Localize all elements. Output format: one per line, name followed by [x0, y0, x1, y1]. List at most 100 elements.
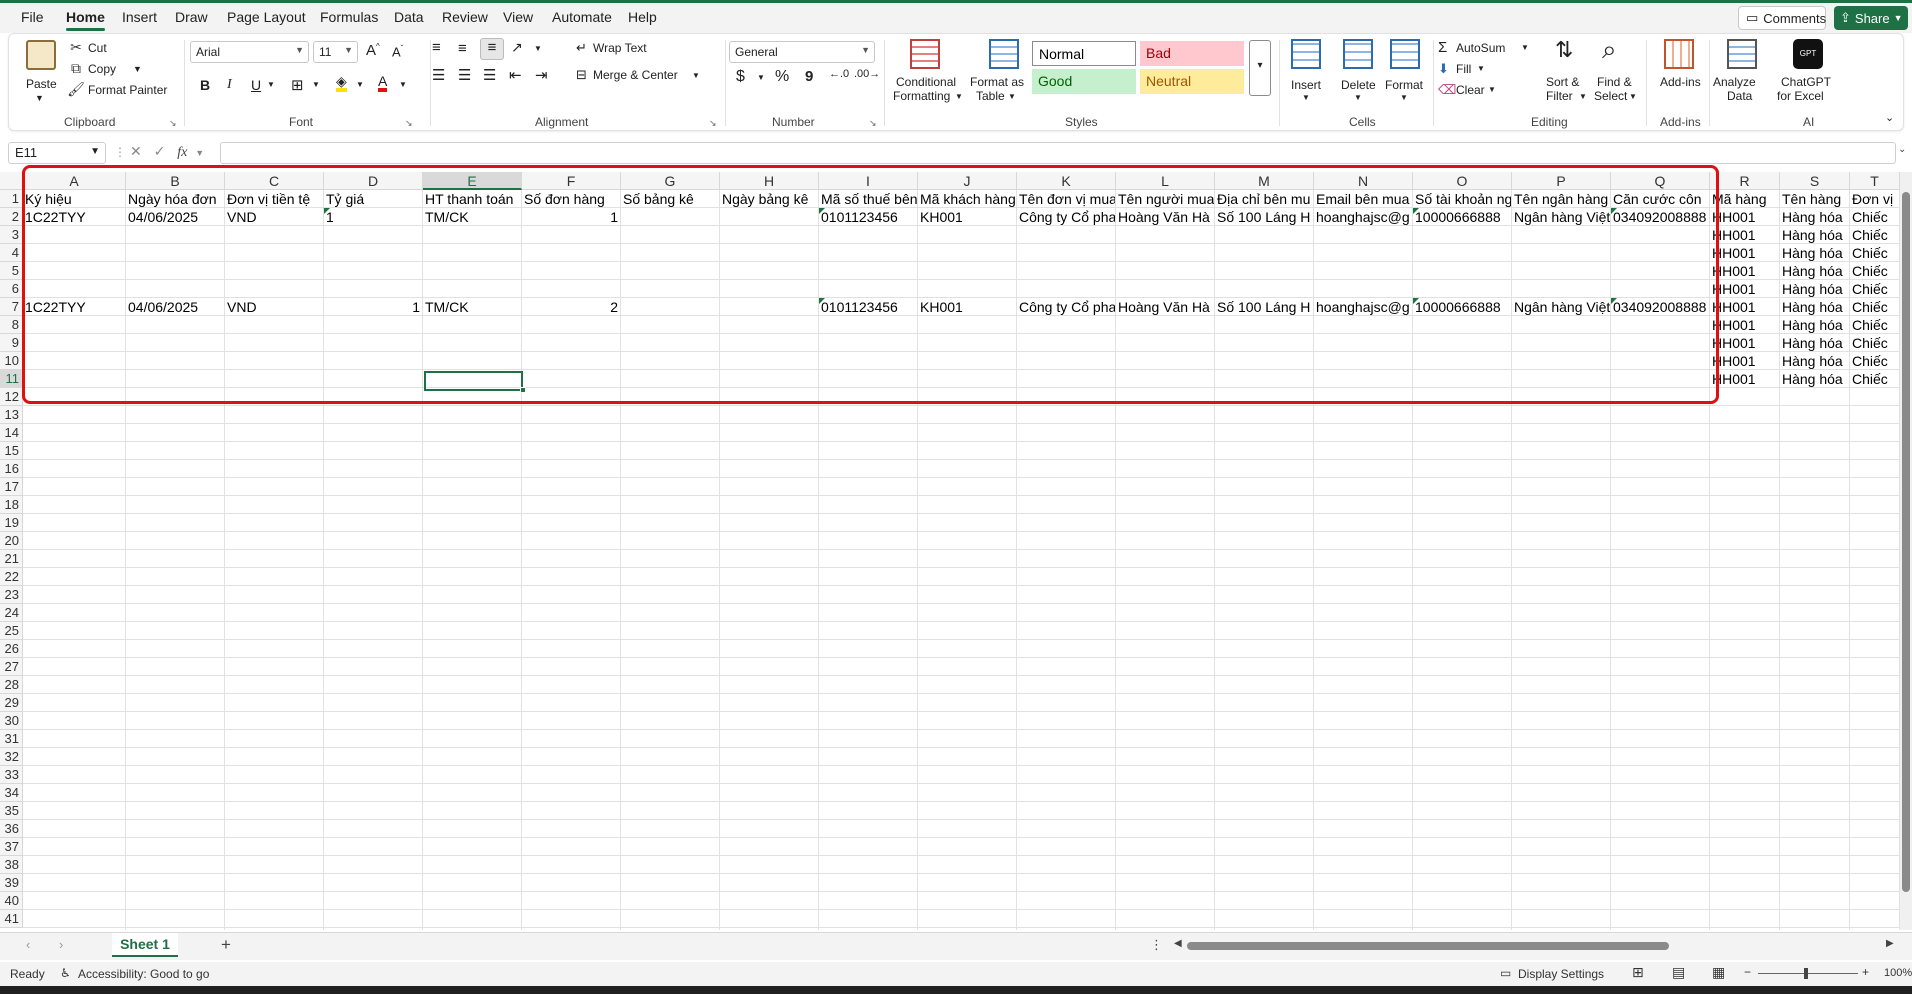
zoom-slider-thumb[interactable] [1804, 968, 1808, 979]
cell-t7[interactable]: Chiếc [1850, 298, 1899, 316]
row-header-27[interactable]: 27 [0, 658, 23, 676]
row-header-11[interactable]: 11 [0, 370, 23, 388]
tab-data[interactable]: Data [394, 9, 424, 25]
comments-button[interactable]: ▭ Comments [1738, 6, 1826, 30]
cell-t6[interactable]: Chiếc [1850, 280, 1899, 298]
chevron-down-icon[interactable]: ▼ [35, 93, 44, 103]
accessibility-status[interactable]: Accessibility: Good to go [78, 967, 209, 981]
row-header-35[interactable]: 35 [0, 802, 23, 820]
chevron-down-icon[interactable]: ▼ [1579, 92, 1587, 101]
increase-font-size-icon[interactable]: A^ [366, 42, 380, 59]
row-header-21[interactable]: 21 [0, 550, 23, 568]
cell-r6[interactable]: HH001 [1710, 280, 1779, 298]
decrease-decimal-icon[interactable]: .00→ [854, 68, 880, 80]
row-header-34[interactable]: 34 [0, 784, 23, 802]
chevron-down-icon[interactable]: ▼ [195, 148, 204, 158]
chevron-down-icon[interactable]: ▼ [399, 80, 407, 89]
chevron-down-icon[interactable]: ▼ [1521, 43, 1529, 52]
cell-n1[interactable]: Email bên mua [1314, 190, 1412, 208]
chevron-down-icon[interactable]: ▼ [1629, 92, 1637, 101]
chevron-down-icon[interactable]: ▼ [534, 44, 542, 53]
orientation-icon[interactable]: ↗ [511, 39, 523, 56]
column-header-k[interactable]: K [1017, 172, 1116, 190]
cell-s5[interactable]: Hàng hóa [1780, 262, 1849, 280]
row-header-26[interactable]: 26 [0, 640, 23, 658]
insert-cells-icon[interactable] [1291, 39, 1321, 69]
merge-center-button[interactable]: Merge & Center [593, 68, 678, 82]
italic-icon[interactable]: I [227, 77, 232, 93]
analyze-data-button[interactable]: Analyze [1713, 75, 1756, 89]
cell-b7[interactable]: 04/06/2025 [126, 298, 224, 316]
cell-i1[interactable]: Mã số thuế bên [819, 190, 917, 208]
vertical-scroll-thumb[interactable] [1902, 192, 1910, 892]
copy-button[interactable]: Copy [88, 62, 116, 76]
row-header-10[interactable]: 10 [0, 352, 23, 370]
chevron-down-icon[interactable]: ▼ [955, 92, 963, 101]
tab-draw[interactable]: Draw [175, 9, 208, 25]
cell-t5[interactable]: Chiếc [1850, 262, 1899, 280]
cell-s10[interactable]: Hàng hóa [1780, 352, 1849, 370]
tab-insert[interactable]: Insert [122, 9, 157, 25]
cell-p2[interactable]: Ngân hàng Việt [1512, 208, 1610, 226]
dialog-launcher-icon[interactable]: ↘ [869, 118, 877, 129]
cell-l1[interactable]: Tên người mua [1116, 190, 1214, 208]
row-header-17[interactable]: 17 [0, 478, 23, 496]
cell-r1[interactable]: Mã hàng [1710, 190, 1779, 208]
cell-n2[interactable]: hoanghajsc@g [1314, 208, 1412, 226]
align-bottom-icon[interactable]: ≡ [480, 38, 504, 60]
decrease-font-size-icon[interactable]: Aˇ [392, 44, 403, 59]
format-as-table-button[interactable]: Format as [970, 75, 1024, 89]
column-header-t[interactable]: T [1850, 172, 1900, 190]
select-all-corner[interactable] [0, 172, 23, 190]
chevron-down-icon[interactable]: ▼ [1302, 93, 1310, 102]
cell-r11[interactable]: HH001 [1710, 370, 1779, 388]
cell-s9[interactable]: Hàng hóa [1780, 334, 1849, 352]
page-layout-view-icon[interactable]: ▤ [1672, 964, 1685, 981]
styles-gallery-expand-icon[interactable]: ▾ [1249, 40, 1271, 96]
wrap-text-button[interactable]: Wrap Text [593, 41, 647, 55]
tab-automate[interactable]: Automate [552, 9, 612, 25]
cell-s11[interactable]: Hàng hóa [1780, 370, 1849, 388]
delete-cells-icon[interactable] [1343, 39, 1373, 69]
cell-s3[interactable]: Hàng hóa [1780, 226, 1849, 244]
spreadsheet-grid[interactable]: ABCDEFGHIJKLMNOPQRST 1 2 3 4 5 6 7 8 9 10 11 12 13 14… [0, 172, 1900, 930]
cell-s7[interactable]: Hàng hóa [1780, 298, 1849, 316]
column-header-n[interactable]: N [1314, 172, 1413, 190]
cell-o1[interactable]: Số tài khoản ng [1413, 190, 1511, 208]
row-header-7[interactable]: 7 [0, 298, 23, 316]
cell-r8[interactable]: HH001 [1710, 316, 1779, 334]
fill-handle[interactable] [520, 387, 526, 393]
collapse-ribbon-icon[interactable]: ⌄ [1885, 111, 1894, 124]
sheet-tab-sheet1[interactable]: Sheet 1 [112, 933, 178, 957]
format-painter-button[interactable]: Format Painter [88, 83, 167, 97]
cell-t4[interactable]: Chiếc [1850, 244, 1899, 262]
increase-decimal-icon[interactable]: ←.0 [829, 68, 849, 80]
chatgpt-label[interactable]: for Excel [1777, 89, 1824, 103]
bold-icon[interactable]: B [200, 77, 210, 93]
cell-k2[interactable]: Công ty Cổ pha [1017, 208, 1115, 226]
insert-button[interactable]: Insert [1291, 78, 1321, 92]
font-size-combo[interactable]: 11 ▼ [313, 41, 358, 63]
name-box[interactable]: E11 ▼ [8, 142, 106, 164]
cell-k1[interactable]: Tên đơn vị mua [1017, 190, 1115, 208]
row-header-16[interactable]: 16 [0, 460, 23, 478]
format-button[interactable]: Format [1385, 78, 1423, 92]
cell-r7[interactable]: HH001 [1710, 298, 1779, 316]
cell-a7[interactable]: 1C22TYY [23, 298, 125, 316]
cut-button[interactable]: Cut [88, 41, 107, 55]
cell-s1[interactable]: Tên hàng [1780, 190, 1849, 208]
cell-r4[interactable]: HH001 [1710, 244, 1779, 262]
row-header-37[interactable]: 37 [0, 838, 23, 856]
scroll-sheets-left-icon[interactable]: ‹ [26, 937, 30, 952]
cell-s4[interactable]: Hàng hóa [1780, 244, 1849, 262]
insert-function-button[interactable]: fx [177, 145, 187, 160]
row-header-12[interactable]: 12 [0, 388, 23, 406]
borders-icon[interactable]: ⊞ [291, 76, 304, 94]
column-header-d[interactable]: D [324, 172, 423, 190]
row-header-19[interactable]: 19 [0, 514, 23, 532]
cell-e2[interactable]: TM/CK [423, 208, 521, 226]
cell-q1[interactable]: Căn cước côn [1611, 190, 1709, 208]
cell-d1[interactable]: Tỷ giá [324, 190, 422, 208]
chevron-down-icon[interactable]: ▼ [133, 64, 142, 74]
paste-icon[interactable] [26, 40, 56, 70]
